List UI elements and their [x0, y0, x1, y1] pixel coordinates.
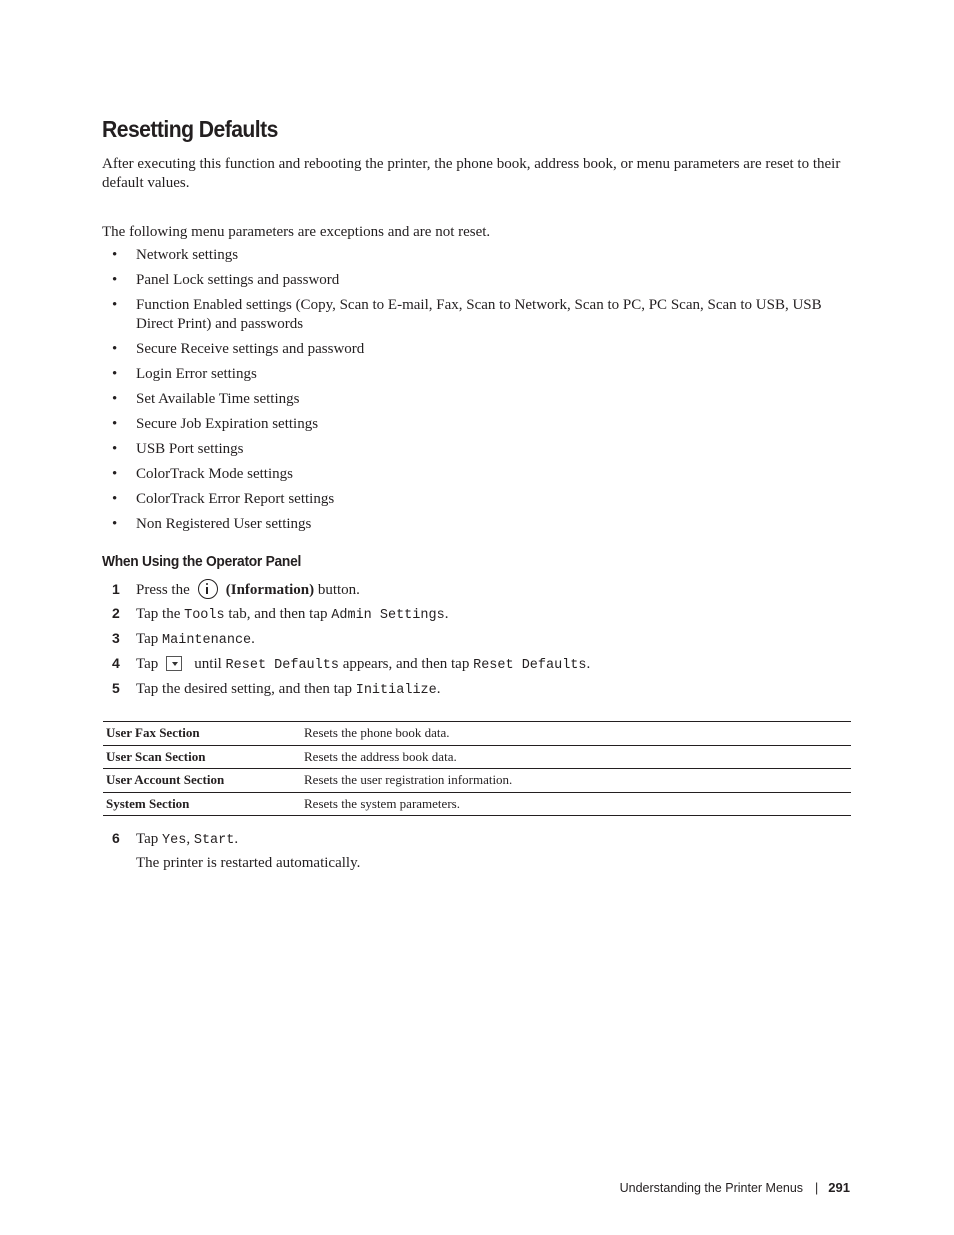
intro-paragraph: After executing this function and reboot…	[102, 156, 841, 191]
step-1: 1 Press the (Information) button.	[112, 579, 360, 599]
bullet-icon: •	[112, 247, 118, 263]
bullet-icon: •	[112, 516, 118, 532]
bullet-icon: •	[112, 466, 118, 482]
step-5: 5 Tap the desired setting, and then tap I…	[112, 680, 441, 698]
ui-term: Reset Defaults	[225, 658, 339, 673]
exceptions-list: • Network settings • Panel Lock settings a…	[102, 246, 854, 540]
list-item: • Non Registered User settings	[112, 516, 312, 532]
chapter-title: Understanding the Printer Menus	[619, 1181, 804, 1195]
footer-separator: |	[815, 1181, 819, 1195]
list-item: • Panel Lock settings and password	[112, 272, 340, 288]
bullet-icon: •	[112, 441, 118, 457]
list-item: • ColorTrack Mode settings	[112, 466, 293, 482]
table-row: User Account Section Resets the user regi…	[103, 768, 851, 792]
ui-term: Yes	[162, 833, 187, 848]
list-item: • Secure Receive settings and password	[112, 341, 365, 357]
bullet-icon: •	[112, 391, 118, 407]
information-icon	[197, 579, 218, 599]
table-row: System Section Resets the system paramete…	[103, 791, 851, 816]
bullet-icon: •	[112, 491, 118, 507]
section-heading: When Using the Operator Panel	[102, 553, 302, 570]
ui-term: Admin Settings	[331, 608, 445, 623]
list-item: • Login Error settings	[112, 366, 257, 382]
step-6: 6 Tap Yes, Start.	[112, 830, 239, 848]
ui-term: Tools	[184, 608, 225, 623]
bullet-icon: •	[112, 272, 118, 288]
list-item: • Network settings	[112, 247, 239, 263]
table-row: User Fax Section Resets the phone book da…	[103, 721, 851, 745]
ui-term: Initialize	[355, 683, 437, 698]
step-3: 3 Tap Maintenance.	[112, 630, 255, 648]
exceptions-intro: The following menu parameters are except…	[102, 224, 491, 240]
bullet-icon: •	[112, 341, 118, 357]
table-row: User Scan Section Resets the address book…	[103, 744, 851, 769]
bullet-icon: •	[112, 366, 118, 382]
page-number: 291	[828, 1180, 850, 1195]
ui-term: Reset Defaults	[473, 658, 587, 673]
bullet-icon: •	[112, 416, 118, 432]
list-item: • Set Available Time settings	[112, 391, 300, 407]
step-4: 4 Tap until Reset Defaults appears, and th…	[112, 655, 591, 673]
down-arrow-button-icon	[166, 656, 183, 671]
ui-term: Start	[193, 833, 235, 848]
reset-sections-table: User Fax Section Resets the phone book da…	[103, 721, 851, 816]
step-2: 2 Tap the Tools tab, and then tap Admin S…	[112, 605, 449, 623]
step-6-note: The printer is restarted automatically.	[136, 855, 361, 871]
list-item: • Function Enabled settings (Copy, Scan t…	[112, 297, 822, 332]
bullet-icon: •	[112, 297, 118, 313]
list-item: • ColorTrack Error Report settings	[112, 491, 335, 507]
list-item: • USB Port settings	[112, 441, 244, 457]
document-page: Resetting Defaults After executing this …	[0, 0, 954, 1235]
ui-term: Maintenance	[162, 633, 252, 648]
page-title: Resetting Defaults	[102, 116, 278, 142]
page-footer: Understanding the Printer Menus | 291	[620, 1180, 850, 1195]
list-item: • Secure Job Expiration settings	[112, 416, 319, 432]
